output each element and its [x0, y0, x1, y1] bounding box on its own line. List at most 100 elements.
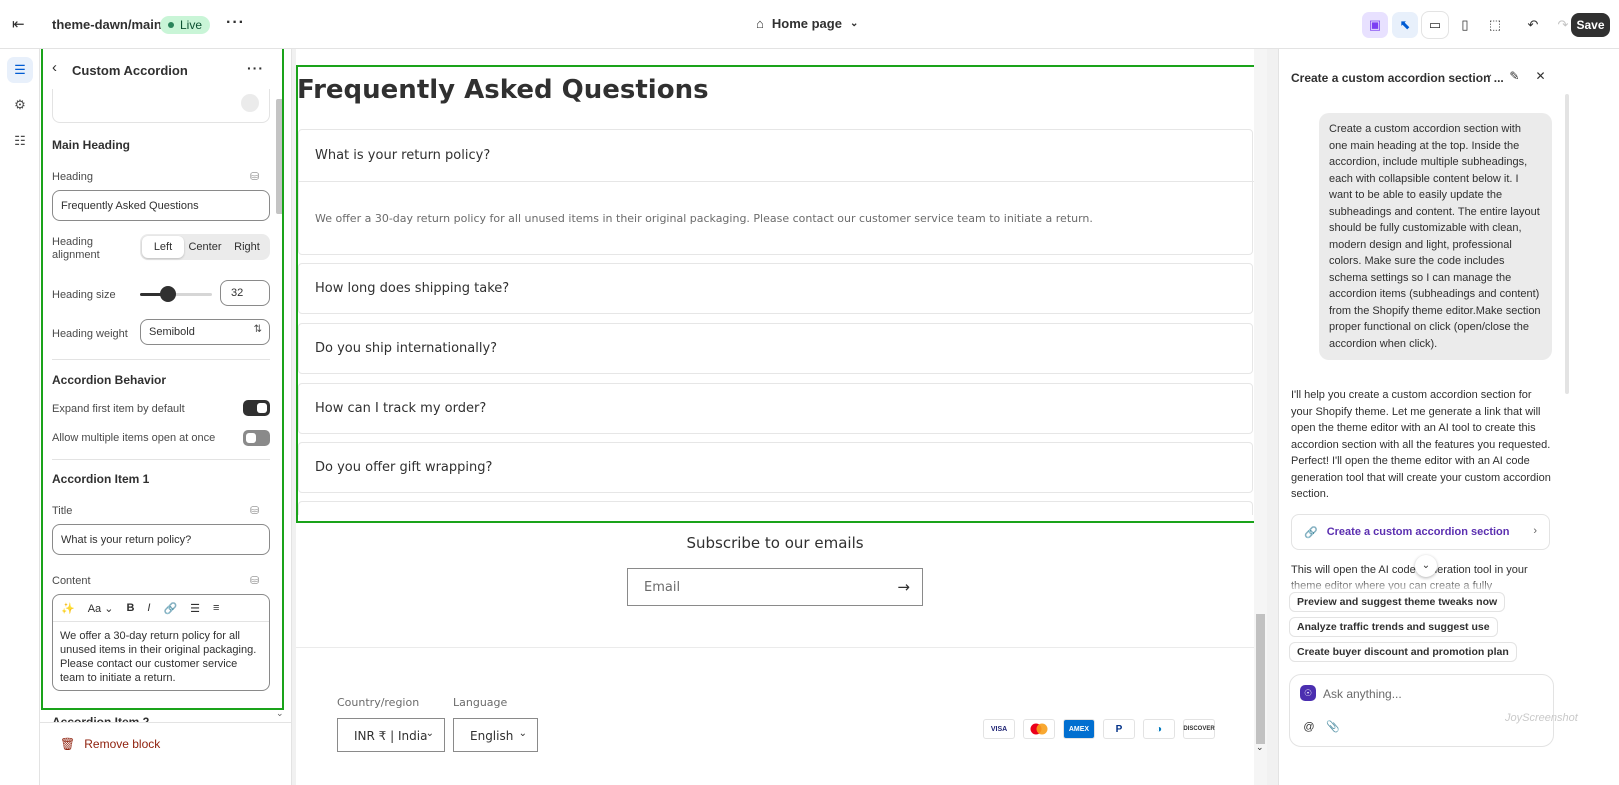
- align-right-option[interactable]: Right: [226, 236, 268, 258]
- faq-question[interactable]: Do you ship internationally?: [315, 341, 497, 356]
- suggestion-chip[interactable]: Preview and suggest theme tweaks now: [1289, 592, 1506, 612]
- subscribe-heading: Subscribe to our emails: [686, 534, 864, 552]
- remove-block-button[interactable]: 🗑 Remove block: [60, 737, 160, 751]
- align-center-option[interactable]: Center: [184, 236, 226, 258]
- desktop-view-icon[interactable]: ▭: [1422, 12, 1448, 38]
- content-label: Content: [52, 575, 91, 587]
- settings-gear-icon[interactable]: ⚙: [7, 92, 33, 118]
- ai-sparkle-icon[interactable]: ✨: [61, 602, 75, 615]
- chat-title[interactable]: Create a custom accordion section ...: [1291, 71, 1504, 85]
- faq-item[interactable]: How can I track my order?: [298, 383, 1253, 434]
- discover-icon: DISCOVER: [1183, 719, 1215, 739]
- sidekick-chat-panel: Create a custom accordion section ... ⌄ …: [1278, 49, 1563, 785]
- chat-input[interactable]: ☉ Ask anything... @ 📎: [1289, 674, 1554, 747]
- trash-icon: 🗑: [60, 737, 76, 751]
- mention-icon[interactable]: @: [1299, 717, 1319, 737]
- faq-item[interactable]: Do you offer gift wrapping?: [298, 442, 1253, 493]
- sidekick-icon[interactable]: ▣: [1362, 12, 1388, 38]
- faq-item[interactable]: How long does shipping take?: [298, 263, 1253, 314]
- alignment-label: Heading alignment: [52, 236, 100, 261]
- faq-item[interactable]: Do you ship internationally?: [298, 323, 1253, 374]
- apps-icon[interactable]: ☷: [7, 128, 33, 154]
- size-slider-track[interactable]: [140, 293, 212, 296]
- more-actions-icon[interactable]: ···: [226, 14, 245, 32]
- paypal-icon: P: [1103, 719, 1135, 739]
- faq-question[interactable]: Do you offer gift wrapping?: [315, 460, 492, 475]
- dynamic-source-icon[interactable]: ⛁: [250, 504, 259, 517]
- heading-input[interactable]: Frequently Asked Questions: [52, 190, 270, 221]
- faq-item-partial: [298, 501, 1253, 515]
- chat-scroll-thumb[interactable]: [1565, 94, 1569, 394]
- left-rail: ☰ ⚙ ☷: [0, 49, 40, 785]
- theme-name[interactable]: theme-dawn/main: [52, 17, 162, 32]
- close-icon[interactable]: ✕: [1535, 69, 1545, 83]
- allow-multiple-toggle[interactable]: [243, 430, 270, 446]
- bullet-list-icon[interactable]: ☰: [190, 602, 200, 615]
- align-left-option[interactable]: Left: [142, 236, 184, 258]
- faq-question[interactable]: How long does shipping take?: [315, 281, 509, 296]
- footer-divider: [296, 647, 1254, 648]
- canvas-scroll-thumb[interactable]: [1256, 614, 1265, 744]
- home-icon: ⌂: [756, 16, 764, 31]
- canvas-scrollbar[interactable]: ⌄: [1254, 49, 1267, 785]
- divider: [52, 359, 270, 360]
- faq-separator: [299, 181, 1254, 182]
- toolbar-icons: ▣ ⬉ ▭ ▯ ⬚ ↶ ↷: [1362, 12, 1576, 38]
- size-number-input[interactable]: 32: [220, 280, 270, 306]
- size-label: Heading size: [52, 289, 116, 301]
- expand-first-toggle[interactable]: [243, 400, 270, 416]
- save-button[interactable]: Save: [1571, 13, 1610, 37]
- link-icon[interactable]: 🔗: [163, 602, 177, 615]
- dynamic-source-icon[interactable]: ⛁: [250, 170, 259, 183]
- faq-question[interactable]: How can I track my order?: [315, 401, 486, 416]
- content-textarea[interactable]: We offer a 30-day return policy for all …: [53, 622, 269, 690]
- link-card-label: Create a custom accordion section: [1326, 526, 1510, 538]
- back-icon[interactable]: ‹: [52, 59, 57, 76]
- toggle-knob: [257, 403, 267, 413]
- italic-icon[interactable]: I: [147, 602, 150, 614]
- size-slider-handle[interactable]: [160, 286, 176, 302]
- scroll-down-icon[interactable]: ⌄: [1256, 742, 1264, 753]
- chat-scrollbar[interactable]: [1563, 49, 1619, 785]
- attach-icon[interactable]: 📎: [1323, 717, 1343, 737]
- content-rich-text-editor: ✨ Aa ⌄ B I 🔗 ☰ ≡ We offer a 30-day retur…: [52, 594, 270, 691]
- suggestion-chip[interactable]: Analyze traffic trends and suggest use: [1289, 617, 1498, 637]
- exit-icon[interactable]: ⇤: [12, 15, 30, 33]
- weight-select[interactable]: Semibold ⇅: [140, 319, 270, 345]
- new-chat-icon[interactable]: ✎: [1509, 69, 1519, 83]
- text-style-icon[interactable]: Aa ⌄: [88, 602, 114, 615]
- watermark: JoyScreenshot: [1505, 712, 1578, 724]
- panel-footer: 🗑 Remove block: [40, 722, 291, 785]
- language-select[interactable]: English ⌄: [453, 718, 538, 752]
- create-section-link-card[interactable]: 🔗 Create a custom accordion section ›: [1291, 514, 1550, 550]
- section-accordion-item-1: Accordion Item 1: [52, 472, 150, 486]
- previous-field: [52, 89, 270, 123]
- sections-icon[interactable]: ☰: [7, 57, 33, 83]
- item-title-input[interactable]: What is your return policy?: [52, 524, 270, 555]
- arrow-right-icon[interactable]: →: [897, 578, 910, 596]
- fullscreen-icon[interactable]: ⬚: [1482, 12, 1508, 38]
- scroll-down-icon[interactable]: ⌄: [276, 708, 284, 719]
- panel-scrollbar[interactable]: [276, 99, 284, 214]
- dynamic-source-icon[interactable]: ⛁: [250, 574, 259, 587]
- email-input[interactable]: Email →: [627, 568, 923, 606]
- undo-icon[interactable]: ↶: [1520, 12, 1546, 38]
- user-message: Create a custom accordion section with o…: [1319, 113, 1552, 360]
- country-select[interactable]: INR ₹ | India ⌄: [337, 718, 445, 752]
- rte-toolbar: ✨ Aa ⌄ B I 🔗 ☰ ≡: [53, 595, 269, 622]
- inspector-icon[interactable]: ⬉: [1392, 12, 1418, 38]
- scroll-to-bottom-button[interactable]: ⌄: [1415, 555, 1437, 577]
- divider: [52, 459, 270, 460]
- page-selector[interactable]: ⌂ Home page ⌄: [756, 16, 858, 31]
- chevron-down-icon[interactable]: ⌄: [1485, 69, 1493, 83]
- faq-question[interactable]: What is your return policy?: [315, 148, 490, 163]
- mobile-view-icon[interactable]: ▯: [1452, 12, 1478, 38]
- numbered-list-icon[interactable]: ≡: [213, 602, 219, 614]
- weight-label: Heading weight: [52, 328, 128, 340]
- bold-icon[interactable]: B: [126, 602, 134, 614]
- panel-more-icon[interactable]: ···: [247, 60, 264, 76]
- allow-multiple-label: Allow multiple items open at once: [52, 432, 216, 444]
- country-label: Country/region: [337, 696, 420, 709]
- suggestion-chip[interactable]: Create buyer discount and promotion plan: [1289, 642, 1517, 662]
- chevron-down-icon: ⌄: [849, 18, 859, 29]
